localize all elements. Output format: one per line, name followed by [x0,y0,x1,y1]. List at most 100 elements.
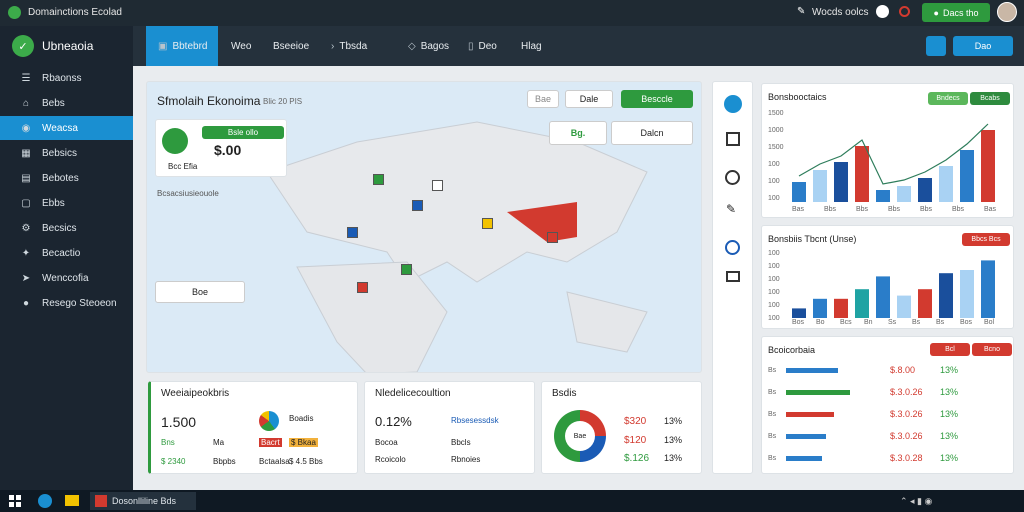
chart-1-x-tick-3: Bbs [888,206,901,213]
panel-b-r1v: Bbcls [451,438,471,447]
list-icon[interactable] [726,271,740,282]
chart-1-plot [792,123,995,202]
panel-b-title: Nledelicecoultion [375,388,451,399]
sidebar-item-4[interactable]: ▤ Bebotes [0,166,133,190]
chart-1-legend-2-label: Bcabs [980,95,1000,102]
chart-2-plot [792,260,995,318]
panel-c-v2: $120 [624,435,647,446]
map-chip-2[interactable]: Dalcn [611,121,693,145]
start-icon[interactable] [9,495,21,507]
chart-1-x-tick-4: Bbs [920,206,933,213]
map-marker-4[interactable] [482,218,493,229]
chart-2-bar-4 [876,276,890,318]
clock-icon[interactable] [725,170,740,185]
user-icon[interactable] [926,36,946,56]
chart-1-x-tick-5: Bbs [952,206,965,213]
map-marker-8[interactable] [357,282,368,293]
chart-3-pct-0: 13% [940,365,959,375]
sidebar-item-3[interactable]: ▦ Bebsics [0,141,133,165]
sidebar-item-5[interactable]: ▢ Ebbs [0,191,133,215]
document-icon[interactable] [726,132,740,146]
sidebar-item-1[interactable]: ⌂ Bebs [0,91,133,115]
map-marker-1[interactable] [373,174,384,185]
chart-3-pct-3: 13% [940,431,959,441]
panel-c-donut: Bae [554,410,606,462]
map-bottom-chip-label: Boe [191,287,208,297]
sidebar-item-label: Becactio [42,247,81,259]
chart-2-y-tick-0: 100 [768,250,780,257]
map-primary-button[interactable]: Besccle [621,90,693,108]
folder-icon[interactable] [65,495,79,506]
panel-a-r1: Boadis [289,414,314,423]
github-icon[interactable] [876,5,889,18]
top-nav-item-3[interactable]: › Tbsda [331,38,367,54]
top-nav-item-6[interactable]: Hlag [521,38,542,54]
top-nav-item-2[interactable]: Bseeioe [273,38,309,54]
notification-icon[interactable]: ✎ [797,6,805,17]
top-nav-item-0[interactable]: ▣ Bbtebrd [158,38,207,54]
topnav-action-label: Dao [974,41,992,51]
top-nav-item-1[interactable]: Weo [231,38,251,54]
sidebar-item-9[interactable]: ● Resego Steoeon [0,291,133,315]
chart-1-x-tick-2: Bbs [856,206,869,213]
pen-icon[interactable]: ✎ [726,202,736,216]
titlebar-cta-button[interactable]: ● Dacs tho [922,3,990,22]
chart-1-bar-5 [897,186,911,202]
chart-3-amount-0: $.8.00 [890,365,916,375]
panel-c-center: Bae [573,432,587,440]
compass-icon[interactable] [724,95,742,113]
map-marker-6[interactable] [547,232,558,243]
chart-2-y-tick-4: 100 [768,302,780,309]
chart-3-bar-1 [786,390,850,395]
chart-1-legend-1: Bndecs [928,92,968,105]
map-pill-button[interactable]: Bae [527,90,559,108]
panel-c-v1: $320 [624,416,647,427]
sidebar-item-6[interactable]: ⚙ Becsics [0,216,133,240]
tool-strip: ✎ [712,81,753,474]
sidebar-item-label: Wenccofia [42,272,89,284]
top-nav-item-5[interactable]: ▯ Deo [468,38,497,54]
kpi-caption: Bcc Efia [168,162,198,171]
chart-2-x-tick-8: Bol [984,319,995,326]
sidebar-item-7[interactable]: ✦ Becactio [0,241,133,265]
sidebar-item-label: Ebbs [42,197,65,209]
chart-1-bar-3 [855,146,869,202]
gear-icon: ⚙ [21,222,31,234]
panel-a: Weeiaipeokbris 1.500 Boadis Bns Ma Bacrt… [148,381,358,474]
topnav-action-button[interactable]: Dao [953,36,1013,56]
circle-icon: ● [22,297,30,309]
chart-2-bar-1 [813,298,827,318]
kpi-badge: Bsle ollo [202,126,284,139]
sidebar-item-0[interactable]: ☰ Rbaonss [0,66,133,90]
panel-a-r5: $ 4.5 Bbs [289,457,323,466]
sidebar-item-8[interactable]: ➤ Wenccofia [0,266,133,290]
check-icon: ● [933,7,939,18]
browser-icon[interactable] [38,494,52,508]
chart-3-y-tick-4: Bs [768,455,777,462]
taskbar-window[interactable]: Dosonlliline Bds [90,492,196,510]
tray-icons[interactable]: ⌃ ◂ ▮ ◉ [900,496,932,507]
list-icon: ☰ [21,72,31,84]
window-title: Domainctions Ecolad [28,7,122,18]
map-primary-label: Besccle [641,94,673,104]
record-icon[interactable] [899,6,910,17]
chart-1-bar-6 [918,178,932,202]
map-marker-7[interactable] [401,264,412,275]
chart-2-x-tick-3: Bn [864,319,873,326]
top-nav-item-4[interactable]: ◇ Bagos [408,38,449,54]
panel-a-title: Weeiaipeokbris [161,388,230,399]
user-avatar[interactable] [997,2,1017,22]
settings-icon: ✦ [21,247,31,259]
map-bottom-chip[interactable]: Boe [155,281,245,303]
sidebar-item-2[interactable]: ◉ Weacsa [0,116,133,140]
chart-2-bar-7 [939,273,953,318]
map-marker-3[interactable] [412,200,423,211]
refresh-icon[interactable] [725,240,740,255]
map-marker-2[interactable] [432,180,443,191]
titlebar-right-label[interactable]: Wocds oolcs [812,7,869,18]
map-filter-button[interactable]: Dale [565,90,613,108]
map-marker-5[interactable] [347,227,358,238]
panel-a-r3a: Bacrt [259,438,282,447]
chart-icon: ◉ [21,122,31,134]
map-chip-1[interactable]: Bg. [549,121,607,145]
